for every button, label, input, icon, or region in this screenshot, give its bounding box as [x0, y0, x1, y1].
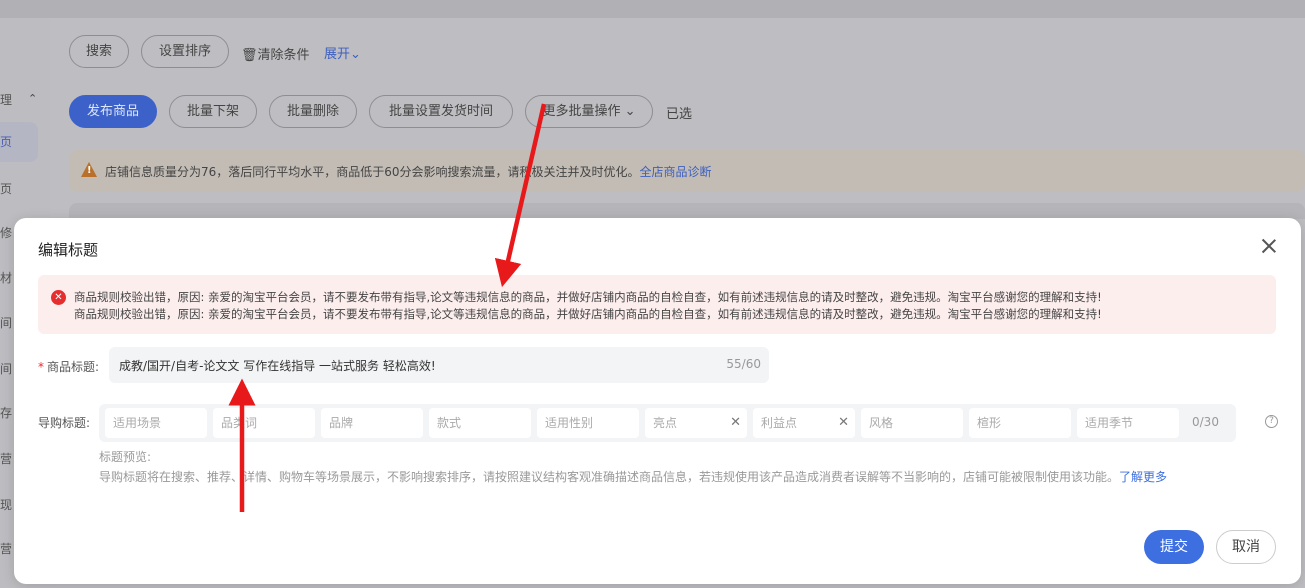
sidebar-item[interactable]: 材 [0, 269, 12, 286]
edit-title-modal: 编辑标题 ✕ 商品规则校验出错，原因: 亲爱的淘宝平台会员，请不要发布带有指导,… [14, 218, 1301, 584]
table-header [69, 203, 1305, 219]
preview-description: 导购标题将在搜索、推荐、详情、购物车等场景展示，不影响搜索排序，请按照建议结构客… [99, 470, 1168, 484]
warning-text: 店铺信息质量分为76，落后同行平均水平，商品低于60分会影响搜索流量，请积极关注… [105, 165, 712, 179]
error-icon: ✕ [51, 290, 66, 305]
quality-warning-bar: 店铺信息质量分为76，落后同行平均水平，商品低于60分会影响搜索流量，请积极关注… [69, 150, 1305, 192]
trash-icon: 🗑 [241, 48, 258, 63]
chevron-down-icon: ⌄ [624, 104, 636, 119]
chevron-up-icon[interactable]: ⌃ [28, 92, 37, 105]
search-button[interactable]: 搜索 [69, 35, 129, 68]
preview-label: 标题预览: [99, 450, 152, 464]
error-alert: ✕ 商品规则校验出错，原因: 亲爱的淘宝平台会员，请不要发布带有指导,论文等违规… [38, 275, 1276, 334]
guide-title-input-group: 适用场景 品类词 品牌 款式 适用性别 亮点 ✕ 利益点 ✕ 风格 楦形 适用季… [99, 404, 1236, 442]
modal-title: 编辑标题 [38, 241, 99, 259]
guide-input-last-shape[interactable]: 楦形 [969, 408, 1071, 438]
clear-icon[interactable]: ✕ [730, 408, 741, 438]
batch-ship-time-button[interactable]: 批量设置发货时间 [369, 95, 513, 128]
guide-field-label: 导购标题: [38, 416, 91, 430]
title-input-value: 成教/国开/自考-论文文 写作在线指导 一站式服务 轻松高效! [119, 359, 436, 373]
sidebar-item[interactable]: 页 [0, 180, 12, 197]
sidebar-item[interactable]: 间 [0, 314, 12, 331]
sidebar-item[interactable]: 存 [0, 404, 12, 421]
guide-input-fashion[interactable]: 风格 [861, 408, 963, 438]
title-input[interactable]: 成教/国开/自考-论文文 写作在线指导 一站式服务 轻松高效! 55/60 [109, 347, 769, 383]
sidebar-item[interactable]: 现 [0, 496, 12, 513]
clear-icon[interactable]: ✕ [838, 408, 849, 438]
guide-input-gender[interactable]: 适用性别 [537, 408, 639, 438]
sidebar-item[interactable]: 营 [0, 450, 12, 467]
close-icon[interactable] [1259, 236, 1279, 256]
error-message: 商品规则校验出错，原因: 亲爱的淘宝平台会员，请不要发布带有指导,论文等违规信息… [74, 307, 1102, 321]
sidebar-item[interactable]: 营 [0, 540, 12, 557]
guide-input-scene[interactable]: 适用场景 [105, 408, 207, 438]
more-batch-button[interactable]: 更多批量操作 ⌄ [525, 95, 653, 128]
help-icon[interactable]: ? [1265, 415, 1278, 428]
publish-button[interactable]: 发布商品 [69, 95, 157, 128]
cancel-button[interactable]: 取消 [1216, 530, 1276, 564]
sidebar-item-active[interactable]: 页 [0, 122, 38, 162]
batch-delete-button[interactable]: 批量删除 [269, 95, 357, 128]
sort-button[interactable]: 设置排序 [141, 35, 229, 68]
guide-input-category[interactable]: 品类词 [213, 408, 315, 438]
title-field-label: * 商品标题: [38, 360, 100, 374]
clear-conditions[interactable]: 🗑清除条件 [241, 44, 310, 63]
chevron-down-icon: ⌄ [350, 47, 361, 62]
shop-diagnosis-link[interactable]: 全店商品诊断 [640, 165, 712, 179]
guide-input-style[interactable]: 款式 [429, 408, 531, 438]
required-marker: * [38, 360, 44, 374]
selected-count: 已选 [666, 107, 693, 122]
warning-icon [81, 162, 97, 177]
title-char-count: 55/60 [726, 357, 761, 371]
batch-offshelf-button[interactable]: 批量下架 [169, 95, 257, 128]
guide-input-highlight[interactable]: 亮点 ✕ [645, 408, 747, 438]
error-message: 商品规则校验出错，原因: 亲爱的淘宝平台会员，请不要发布带有指导,论文等违规信息… [74, 290, 1102, 304]
expand-link[interactable]: 展开⌄ [324, 43, 361, 62]
top-strip [0, 0, 1305, 18]
guide-input-brand[interactable]: 品牌 [321, 408, 423, 438]
sidebar-item[interactable]: 间 [0, 360, 12, 377]
sidebar-item[interactable]: 修 [0, 224, 12, 241]
learn-more-link[interactable]: 了解更多 [1119, 470, 1167, 484]
guide-input-benefit[interactable]: 利益点 ✕ [753, 408, 855, 438]
submit-button[interactable]: 提交 [1144, 530, 1204, 564]
sidebar-item[interactable]: 理 [0, 91, 12, 108]
guide-char-count: 0/30 [1192, 415, 1219, 429]
guide-input-season[interactable]: 适用季节 [1077, 408, 1179, 438]
